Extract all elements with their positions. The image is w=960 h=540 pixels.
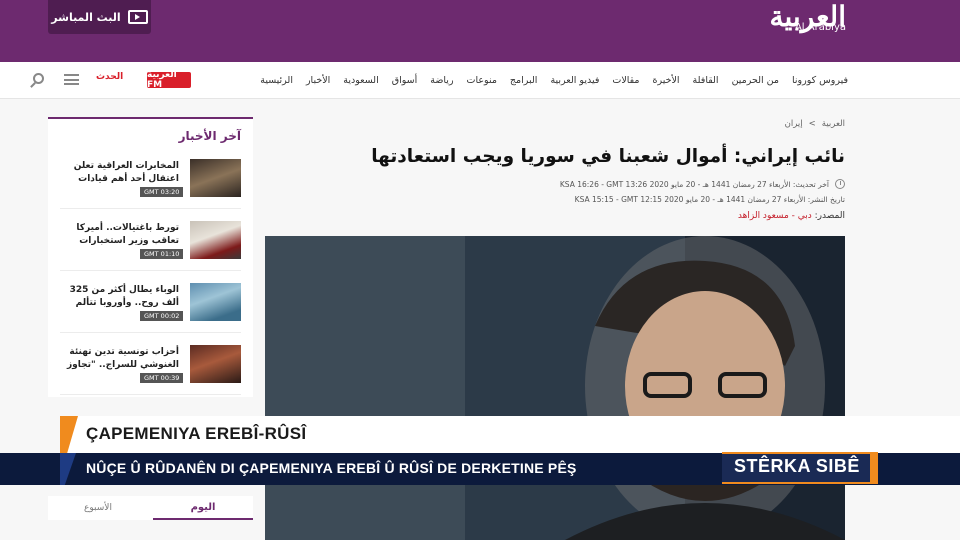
news-headline[interactable]: الوباء يطال أكثر من 325 ألف روح.. وأوروب…	[54, 284, 179, 310]
news-time: GMT 00:02	[140, 311, 184, 321]
sidebar-title: آخر الأخبار	[178, 129, 241, 143]
article-published: تاريخ النشر: الأربعاء 27 رمضان 1441 هـ -…	[574, 195, 845, 204]
lower-third-title: ÇAPEMENIYA EREBÎ-RÛSÎ	[86, 424, 307, 443]
live-stream-button[interactable]: البث المباشر	[48, 0, 151, 34]
popular-tabs: اليوم الأسبوع	[48, 496, 253, 520]
site-logo-subtitle: Al Arabiya	[794, 22, 846, 33]
breadcrumb-section[interactable]: إيران	[785, 119, 803, 129]
nav-item-markets[interactable]: أسواق	[392, 75, 418, 86]
nav-item-saudi[interactable]: السعودية	[343, 75, 378, 86]
nav-item-haramain[interactable]: من الحرمين	[732, 75, 779, 86]
article-photo	[265, 236, 845, 540]
source-label: المصدر:	[814, 211, 845, 221]
source-value[interactable]: دبي - مسعود الزاهد	[738, 211, 812, 221]
lower-third-subtitle: NÛÇE Û RÛDANÊN DI ÇAPEMENIYA EREBÎ Û RÛS…	[86, 460, 577, 476]
news-thumbnail[interactable]	[190, 221, 241, 259]
news-time: GMT 03:20	[140, 187, 184, 197]
nav-items: الرئيسية الأخبار السعودية أسواق رياضة من…	[260, 62, 848, 99]
news-thumbnail[interactable]	[190, 345, 241, 383]
list-item[interactable]: المخابرات العراقية تعلن اعتقال أحد أهم ق…	[60, 159, 241, 209]
list-item[interactable]: الوباء يطال أكثر من 325 ألف روح.. وأوروب…	[60, 283, 241, 333]
channel-brand: STÊRKA SIBÊ	[734, 456, 860, 476]
list-item[interactable]: تورط باغتيالات.. أميركا تعاقب وزير استخب…	[60, 221, 241, 271]
article-updated: آخر تحديث: الأربعاء 27 رمضان 1441 هـ - 2…	[560, 179, 845, 189]
tab-today[interactable]: اليوم	[153, 496, 253, 520]
news-thumbnail[interactable]	[190, 283, 241, 321]
breadcrumb: العربية > إيران	[785, 119, 845, 129]
nav-item-programs[interactable]: البرامج	[510, 75, 538, 86]
list-item[interactable]: أحزاب تونسية تدين تهنئة الغنوشي للسراج..…	[60, 345, 241, 395]
news-time: GMT 01:10	[140, 249, 184, 259]
breadcrumb-home[interactable]: العربية	[822, 119, 845, 129]
live-label: البث المباشر	[51, 10, 121, 24]
article-source: المصدر: دبي - مسعود الزاهد	[738, 211, 845, 221]
nav-item-news[interactable]: الأخبار	[306, 75, 330, 86]
portrait-illustration	[265, 236, 845, 540]
news-time: GMT 00:39	[140, 373, 184, 383]
nav-item-video[interactable]: فيديو العربية	[550, 75, 599, 86]
news-thumbnail[interactable]	[190, 159, 241, 197]
clock-icon	[835, 179, 845, 189]
latest-news-sidebar: آخر الأخبار المخابرات العراقية تعلن اعتق…	[48, 117, 253, 397]
nav-item-latest[interactable]: الأخيرة	[653, 75, 680, 86]
tv-play-icon	[127, 10, 148, 24]
nav-item-sports[interactable]: رياضة	[430, 75, 453, 86]
fm-link[interactable]: العربية FM	[147, 70, 191, 90]
nav-item-home[interactable]: الرئيسية	[260, 75, 293, 86]
main-navigation: الرئيسية الأخبار السعودية أسواق رياضة من…	[0, 62, 960, 99]
updated-text: آخر تحديث: الأربعاء 27 رمضان 1441 هـ - 2…	[559, 179, 829, 189]
article-headline: نائب إيراني: أموال شعبنا في سوريا ويجب ا…	[371, 146, 845, 167]
screen: البث المباشر العربية Al Arabiya الرئيسية…	[0, 0, 960, 540]
nav-item-caravan[interactable]: القافلة	[693, 75, 719, 86]
nav-item-variety[interactable]: منوعات	[467, 75, 497, 86]
tab-week[interactable]: الأسبوع	[48, 496, 148, 520]
search-icon[interactable]	[33, 73, 44, 84]
nav-item-articles[interactable]: مقالات	[612, 75, 639, 86]
hadath-link[interactable]: الحدث	[96, 72, 126, 88]
nav-item-corona[interactable]: فيروس كورونا	[792, 75, 848, 86]
hamburger-menu-icon[interactable]	[64, 74, 79, 85]
breadcrumb-separator: >	[808, 119, 816, 129]
